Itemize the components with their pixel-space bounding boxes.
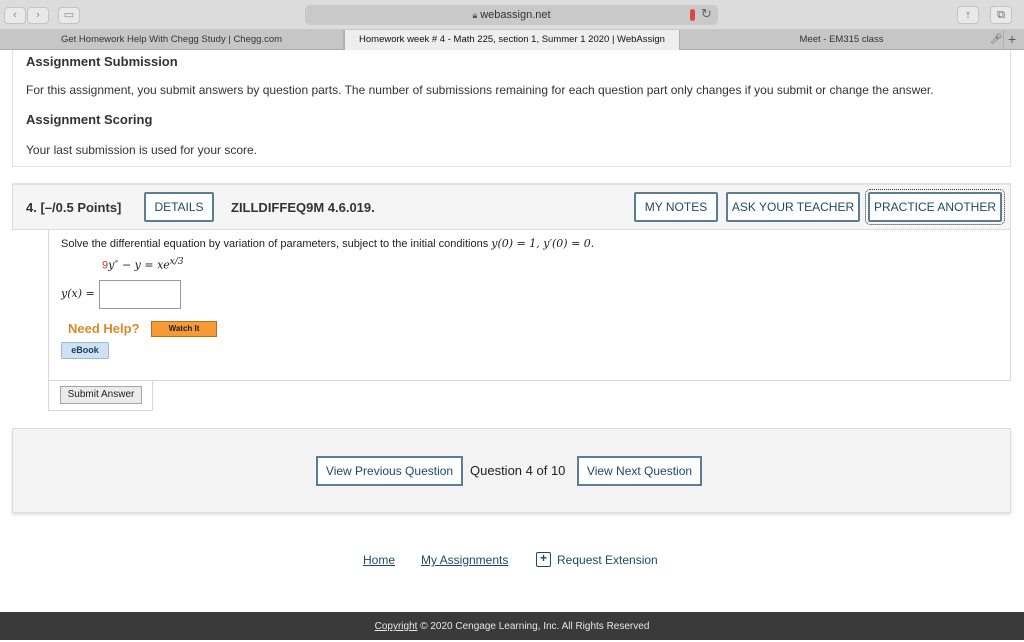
tabs-overview-icon[interactable]: ⧉ (990, 6, 1012, 24)
previous-question-button[interactable]: View Previous Question (316, 456, 463, 486)
practice-another-button[interactable]: PRACTICE ANOTHER (865, 189, 1005, 225)
share-icon[interactable]: ↑ (957, 6, 979, 24)
answer-label: y(x) = (61, 287, 95, 300)
request-extension-link[interactable]: Request Extension (557, 553, 658, 567)
submission-text: For this assignment, you submit answers … (26, 83, 934, 97)
scoring-text: Your last submission is used for your sc… (26, 143, 257, 157)
copyright-text: Copyright © 2020 Cengage Learning, Inc. … (374, 621, 650, 632)
ask-teacher-button[interactable]: ASK YOUR TEACHER (726, 192, 860, 222)
next-question-button[interactable]: View Next Question (577, 456, 702, 486)
question-pager: View Previous Question Question 4 of 10 … (12, 428, 1011, 513)
calendar-plus-icon[interactable]: + (536, 552, 551, 567)
need-help-label: Need Help? (68, 321, 140, 336)
my-notes-button[interactable]: MY NOTES (634, 192, 718, 222)
submit-area: Submit Answer (48, 381, 153, 411)
watch-it-button[interactable]: Watch It (151, 321, 217, 337)
scoring-heading: Assignment Scoring (26, 112, 153, 127)
lock-icon: 🔒︎ (472, 10, 478, 20)
forward-icon[interactable]: › (27, 7, 49, 24)
question-prompt: Solve the differential equation by varia… (61, 237, 595, 250)
submit-answer-button[interactable]: Submit Answer (60, 386, 142, 404)
new-tab-icon[interactable]: + (1008, 31, 1016, 47)
tab-chegg[interactable]: Get Homework Help With Chegg Study | Che… (0, 30, 344, 50)
sidebar-icon[interactable]: ▭ (58, 7, 80, 24)
ebook-button[interactable]: eBook (61, 342, 109, 359)
differential-equation: 9y″ − y = xex/3 (102, 257, 184, 272)
submission-heading: Assignment Submission (26, 54, 178, 69)
copyright-link[interactable]: Copyright (375, 621, 418, 632)
reload-icon[interactable]: ↻ (701, 6, 712, 22)
question-header: 4. [–/0.5 Points] DETAILS ZILLDIFFEQ9M 4… (12, 183, 1011, 230)
answer-input[interactable] (99, 280, 181, 309)
address-bar[interactable]: 🔒︎ webassign.net ↻ (305, 5, 718, 25)
home-link[interactable]: Home (363, 553, 395, 567)
my-assignments-link[interactable]: My Assignments (421, 553, 508, 567)
question-code: ZILLDIFFEQ9M 4.6.019. (231, 200, 375, 215)
details-button[interactable]: DETAILS (144, 192, 214, 222)
question-status: Question 4 of 10 (470, 463, 566, 478)
copyright-bar: Copyright © 2020 Cengage Learning, Inc. … (0, 612, 1024, 640)
tab-bar: Get Homework Help With Chegg Study | Che… (0, 30, 1024, 50)
microphone-icon[interactable] (690, 9, 695, 21)
browser-toolbar: ‹ › ▭ 🔒︎ webassign.net ↻ ↑ ⧉ (0, 0, 1024, 30)
url-text: webassign.net (480, 9, 551, 21)
question-points: 4. [–/0.5 Points] (26, 200, 122, 215)
tab-meet[interactable]: Meet - EM315 class (680, 30, 1004, 50)
assignment-info: Assignment Submission For this assignmen… (12, 50, 1011, 167)
back-icon[interactable]: ‹ (4, 7, 26, 24)
question-body: Solve the differential equation by varia… (48, 230, 1011, 381)
tab-audio-icon[interactable]: 🎤︎ (990, 34, 1003, 45)
tab-webassign[interactable]: Homework week # 4 - Math 225, section 1,… (344, 30, 680, 50)
